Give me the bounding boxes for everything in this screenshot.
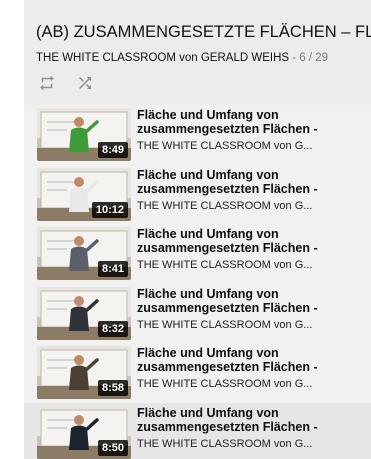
- video-title-line: zusammengesetzten Flächen -: [137, 419, 318, 434]
- video-title-line: Fläche und Umfang von: [137, 167, 279, 182]
- playlist-separator: -: [289, 52, 300, 64]
- loop-button[interactable]: [36, 72, 58, 94]
- video-title-line: Fläche und Umfang von: [137, 108, 279, 122]
- video-meta: Fläche und Umfang von zusammengesetzten F…: [137, 287, 327, 332]
- playlist-item[interactable]: ▶8:50Fläche und Umfang vonzusammengesetz…: [24, 402, 371, 459]
- video-title-line: zusammengesetzten Flächen -: [137, 181, 318, 196]
- video-title-line: Fläche und Umfang von: [137, 227, 279, 241]
- shuffle-button[interactable]: [74, 72, 96, 94]
- video-thumbnail[interactable]: 10:12: [37, 167, 131, 221]
- video-channel: THE WHITE CLASSROOM von G...: [137, 318, 313, 331]
- shuffle-icon: [79, 77, 91, 89]
- video-channel: THE WHITE CLASSROOM von G...: [137, 378, 313, 390]
- video-title-line: zusammengesetzten Flächen -: [137, 300, 318, 315]
- video-channel: THE WHITE CLASSROOM von G...: [137, 199, 313, 212]
- video-duration: 8:41: [97, 261, 128, 277]
- video-meta: Fläche und Umfang von zusammengesetzten F…: [137, 227, 327, 272]
- video-title[interactable]: Fläche und Umfang von zusammengesetzten F…: [137, 108, 327, 136]
- video-duration: 8:49: [97, 142, 128, 158]
- video-title[interactable]: Fläche und Umfang von zusammengesetzten F…: [137, 346, 327, 374]
- video-title[interactable]: Fläche und Umfang von zusammengesetzten F…: [137, 406, 327, 434]
- video-channel: THE WHITE CLASSROOM von G...: [137, 140, 313, 152]
- video-duration: 10:12: [91, 201, 128, 218]
- video-duration: 8:32: [97, 320, 128, 337]
- video-title-line: zusammengesetzten Flächen -: [137, 122, 318, 136]
- video-meta: Fläche und Umfang von zusammengesetzten F…: [137, 346, 327, 391]
- video-title-line: Fläche und Umfang von: [137, 346, 279, 360]
- playlist-channel[interactable]: THE WHITE CLASSROOM von GERALD WEIHS: [36, 52, 289, 64]
- playlist-position: 6 / 29: [299, 52, 329, 64]
- video-title-line: Fläche und Umfang von: [137, 286, 279, 301]
- video-meta: Fläche und Umfang von zusammengesetzten F…: [137, 406, 327, 451]
- video-title[interactable]: Fläche und Umfang von zusammengesetzten F…: [137, 227, 327, 255]
- video-meta: Fläche und Umfang von zusammengesetzten F…: [137, 108, 327, 153]
- video-duration: 8:58: [97, 380, 128, 396]
- playlist-controls: [36, 72, 96, 94]
- playlist-item[interactable]: 48:32Fläche und Umfang vonzusammengesetz…: [24, 284, 371, 344]
- video-thumbnail[interactable]: 8:32: [37, 286, 131, 340]
- video-thumbnail[interactable]: 8:49: [37, 108, 131, 161]
- playlist-header: (AB) ZUSAMMENGESETZTE FLÄCHEN – FLÄCHE T…: [24, 0, 371, 105]
- video-channel: THE WHITE CLASSROOM von G...: [137, 437, 313, 450]
- playlist-subtitle: THE WHITE CLASSROOM von GERALD WEIHS - 6…: [36, 51, 366, 65]
- playlist-item[interactable]: 18:49Fläche und Umfang vonzusammengesetz…: [24, 105, 371, 165]
- video-thumbnail[interactable]: 8:41: [37, 227, 131, 280]
- video-duration: 8:50: [97, 439, 128, 456]
- playlist-panel: (AB) ZUSAMMENGESETZTE FLÄCHEN – FLÄCHE T…: [24, 0, 371, 459]
- playlist-item[interactable]: 38:41Fläche und Umfang vonzusammengesetz…: [24, 224, 371, 284]
- playlist-item[interactable]: 58:58Fläche und Umfang vonzusammengesetz…: [24, 343, 371, 403]
- video-title[interactable]: Fläche und Umfang von zusammengesetzten F…: [137, 287, 327, 315]
- video-meta: Fläche und Umfang von zusammengesetzten F…: [137, 168, 327, 213]
- playlist-items: 18:49Fläche und Umfang vonzusammengesetz…: [24, 105, 371, 459]
- video-channel: THE WHITE CLASSROOM von G...: [137, 259, 313, 271]
- video-thumbnail[interactable]: 8:58: [37, 346, 131, 399]
- video-title[interactable]: Fläche und Umfang von zusammengesetzten F…: [137, 168, 327, 196]
- video-title-line: zusammengesetzten Flächen -: [137, 360, 318, 374]
- video-title-line: zusammengesetzten Flächen -: [137, 241, 318, 255]
- video-thumbnail[interactable]: 8:50: [37, 405, 131, 459]
- loop-icon: [40, 75, 54, 91]
- video-title-line: Fläche und Umfang von: [137, 405, 279, 420]
- playlist-title[interactable]: (AB) ZUSAMMENGESETZTE FLÄCHEN – FLÄCHE: [36, 22, 371, 42]
- playlist-item[interactable]: 210:12Fläche und Umfang vonzusammengeset…: [24, 165, 371, 225]
